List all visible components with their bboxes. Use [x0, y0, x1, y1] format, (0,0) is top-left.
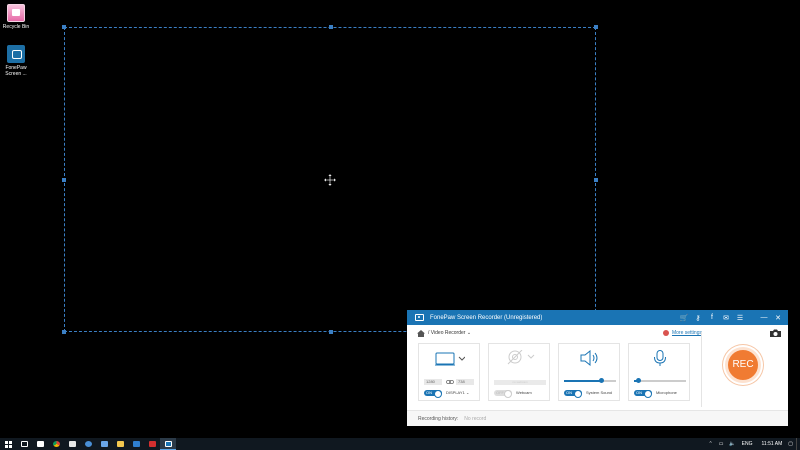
resize-handle-top-right[interactable]	[594, 25, 598, 29]
close-button[interactable]: ✕	[771, 314, 785, 322]
webcam-label: Webcam	[516, 390, 532, 395]
key-icon[interactable]: ⚷	[691, 314, 705, 322]
gear-icon	[662, 330, 669, 336]
remote-desktop-icon	[132, 441, 140, 447]
resize-handle-left[interactable]	[62, 178, 66, 182]
task-view-button[interactable]	[16, 438, 32, 450]
chrome-icon	[52, 441, 60, 447]
camera-icon[interactable]	[770, 329, 781, 337]
recycle-bin-icon[interactable]: Recycle Bin	[0, 4, 32, 30]
taskbar-remote[interactable]	[128, 438, 144, 450]
recording-history-label: Recording history:	[418, 416, 459, 422]
system-sound-toggle[interactable]: ON	[564, 390, 582, 398]
microphone-slider[interactable]	[634, 378, 686, 383]
system-sound-slider-knob[interactable]	[598, 378, 604, 383]
pdf-icon	[148, 441, 156, 447]
system-sound-card[interactable]: ON System Sound	[558, 343, 620, 401]
fonepaw-shortcut-icon[interactable]: FonePaw Screen ...	[0, 45, 32, 77]
move-cursor-icon[interactable]	[324, 174, 336, 186]
system-tray: ⌃ ▭ 🔈 ENG 11:51 AM ▢	[705, 438, 800, 450]
fonepaw-shortcut-label: FonePaw Screen ...	[5, 65, 27, 77]
taskbar-network[interactable]	[96, 438, 112, 450]
window-title: FonePaw Screen Recorder (Unregistered)	[430, 314, 543, 321]
network-status-icon[interactable]: ▭	[719, 441, 724, 447]
link-dimensions-icon[interactable]	[446, 380, 454, 384]
language-indicator[interactable]: ENG	[742, 441, 753, 447]
resize-handle-top[interactable]	[329, 25, 333, 29]
app-icon	[84, 441, 92, 447]
panel-divider	[701, 332, 702, 407]
notepad-icon	[68, 441, 76, 447]
taskbar-fonepaw[interactable]	[160, 438, 176, 450]
network-icon	[100, 441, 108, 447]
more-settings-label: More settings	[671, 330, 702, 336]
show-desktop-button[interactable]	[796, 438, 800, 450]
folder-icon	[116, 441, 124, 447]
display-label: DISPLAY1	[446, 390, 465, 395]
system-sound-label: System Sound	[586, 390, 613, 395]
taskbar-file-explorer[interactable]	[112, 438, 128, 450]
webcam-toggle[interactable]: OFF	[494, 390, 512, 398]
system-sound-slider[interactable]	[564, 378, 616, 383]
monitor-icon[interactable]	[435, 352, 465, 366]
volume-icon[interactable]: 🔈	[729, 441, 735, 447]
taskbar-app[interactable]	[80, 438, 96, 450]
microphone-label: Microphone	[656, 390, 677, 395]
start-button[interactable]	[0, 438, 16, 450]
webcam-card[interactable]: no webcam OFF Webcam	[488, 343, 550, 401]
fonepaw-taskbar-icon	[164, 440, 172, 447]
microphone-slider-knob[interactable]	[635, 378, 641, 383]
mail-icon	[36, 441, 44, 447]
display-select[interactable]: DISPLAY1 ⌄	[446, 390, 469, 396]
microphone-toggle[interactable]: ON	[634, 390, 652, 398]
title-bar[interactable]: FonePaw Screen Recorder (Unregistered) 🛒…	[407, 310, 788, 325]
webcam-select[interactable]: no webcam	[494, 380, 546, 385]
system-sound-slider-fill	[564, 380, 602, 382]
resize-handle-top-left[interactable]	[62, 25, 66, 29]
height-field[interactable]: 738	[456, 379, 474, 385]
recording-history-value: No record	[464, 416, 487, 422]
resize-handle-bottom-left[interactable]	[62, 330, 66, 334]
recycle-bin-image	[7, 4, 25, 22]
speaker-icon[interactable]	[579, 350, 601, 366]
mode-label: Video Recorder	[430, 330, 466, 336]
rec-button[interactable]: REC	[725, 347, 761, 383]
more-settings-link[interactable]: More settings	[662, 330, 702, 336]
resize-handle-bottom[interactable]	[329, 330, 333, 334]
microphone-icon[interactable]	[653, 350, 667, 366]
task-view-icon	[20, 441, 28, 447]
windows-logo-icon	[4, 440, 12, 448]
display-toggle[interactable]: ON	[424, 390, 442, 398]
minimize-button[interactable]: —	[757, 314, 771, 322]
webcam-icon[interactable]	[505, 350, 535, 366]
taskbar-chrome[interactable]	[48, 438, 64, 450]
mode-dropdown[interactable]: / Video Recorder ⌄	[428, 330, 663, 336]
recycle-bin-label: Recycle Bin	[2, 24, 30, 30]
taskbar-notepad[interactable]	[64, 438, 80, 450]
chevron-up-icon[interactable]: ⌃	[708, 441, 712, 447]
menu-icon[interactable]: ☰	[733, 314, 747, 322]
taskbar: ⌃ ▭ 🔈 ENG 11:51 AM ▢	[0, 438, 800, 450]
resize-handle-right[interactable]	[594, 178, 598, 182]
feedback-icon[interactable]: ✉	[719, 314, 733, 322]
cart-icon[interactable]: 🛒	[677, 314, 691, 322]
taskbar-pdf[interactable]	[144, 438, 160, 450]
recording-history-bar[interactable]: Recording history: No record	[407, 410, 788, 426]
recorder-window: FonePaw Screen Recorder (Unregistered) 🛒…	[407, 310, 788, 426]
home-icon[interactable]	[417, 329, 425, 337]
width-field[interactable]: 1280	[424, 379, 442, 385]
facebook-icon[interactable]: f	[705, 314, 719, 322]
chevron-down-icon: ⌄	[466, 330, 472, 336]
mode-navigation: / Video Recorder ⌄ More settings	[417, 328, 702, 338]
display-card[interactable]: 1280 738 ON DISPLAY1 ⌄	[418, 343, 480, 401]
app-logo-icon	[415, 314, 424, 321]
microphone-card[interactable]: ON Microphone	[628, 343, 690, 401]
fonepaw-app-image	[7, 45, 25, 63]
notifications-icon[interactable]: ▢	[788, 441, 793, 447]
clock[interactable]: 11:51 AM	[762, 441, 783, 447]
taskbar-mail[interactable]	[32, 438, 48, 450]
